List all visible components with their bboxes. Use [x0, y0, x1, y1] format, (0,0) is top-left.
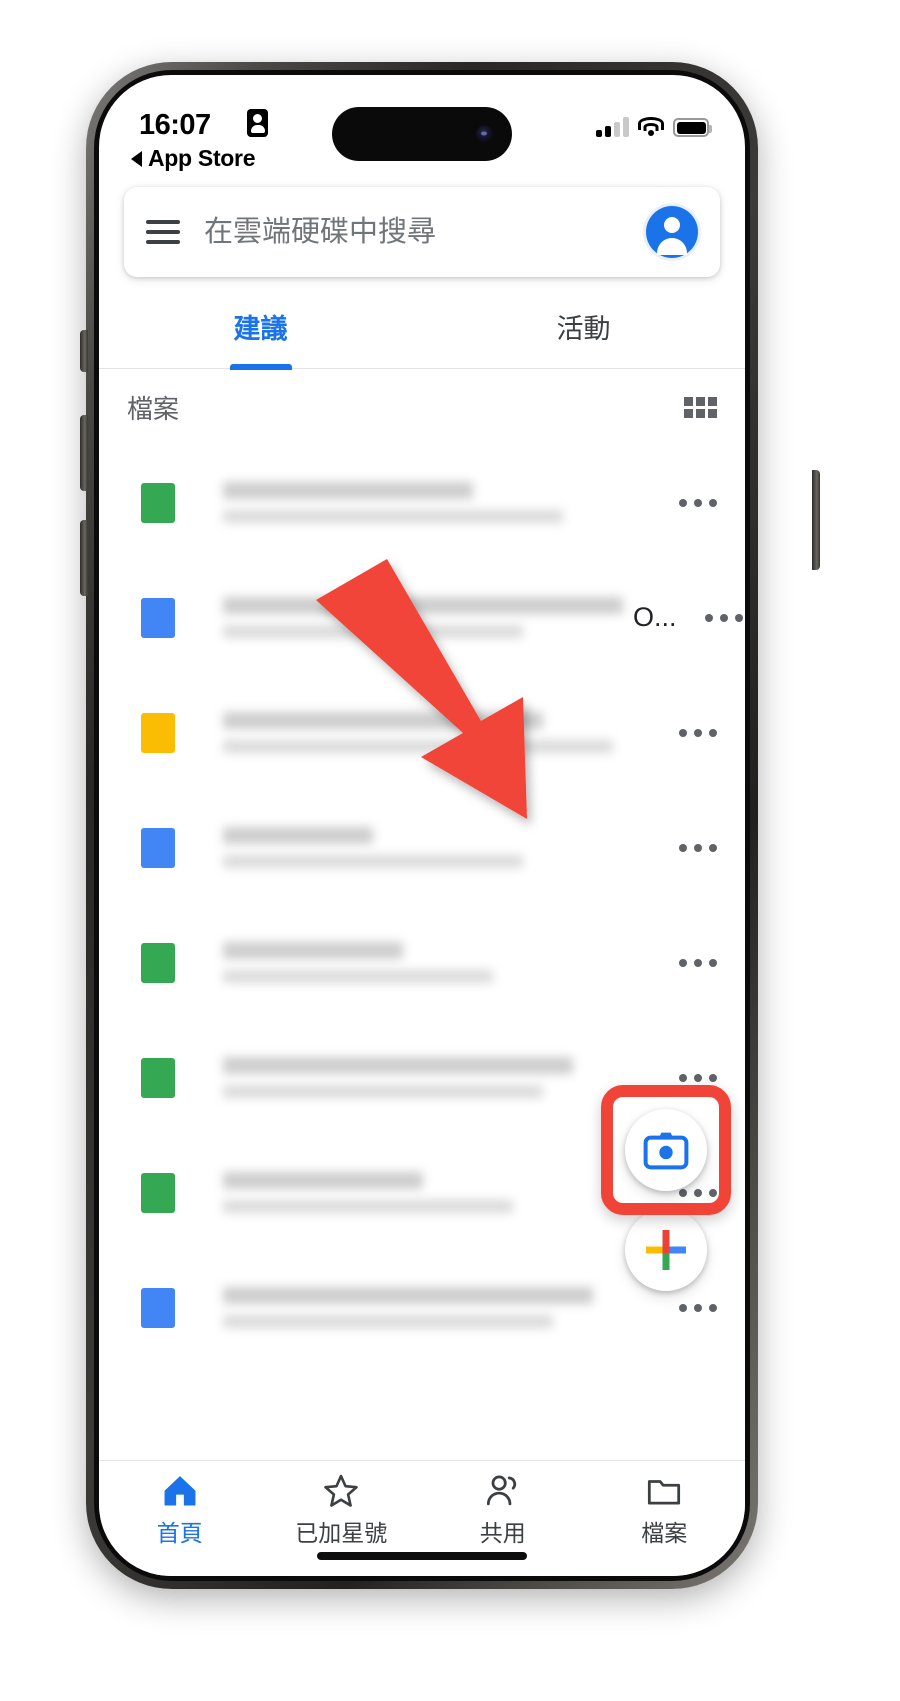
section-header: 檔案	[99, 369, 745, 445]
tab-bar: 建議 活動	[99, 297, 745, 370]
more-options-button[interactable]	[663, 1303, 717, 1312]
home-icon	[164, 1476, 196, 1506]
annotation-highlight-box	[601, 1085, 731, 1215]
file-subtitle-redacted	[223, 625, 523, 638]
status-indicators	[596, 111, 712, 137]
more-options-button[interactable]	[663, 1073, 717, 1082]
nav-item-home[interactable]: 首頁	[99, 1473, 261, 1548]
docs-file-icon	[141, 827, 175, 868]
search-bar[interactable]	[124, 187, 720, 277]
sheets-file-icon	[141, 1057, 175, 1098]
file-row-text	[223, 1057, 651, 1098]
phone-screen: 16:07 App Store 建議 活動 檔案	[99, 75, 745, 1576]
dynamic-island	[332, 107, 512, 161]
file-title-redacted	[223, 482, 473, 499]
nav-item-files-label: 檔案	[641, 1520, 688, 1546]
file-title-redacted	[223, 942, 403, 959]
power-button[interactable]	[812, 470, 820, 570]
silent-switch-button[interactable]	[80, 330, 88, 372]
back-to-app-store-link[interactable]: App Store	[131, 145, 256, 172]
folder-icon	[648, 1480, 681, 1505]
more-options-button[interactable]	[663, 958, 717, 967]
hamburger-menu-icon[interactable]	[146, 220, 180, 244]
status-time: 16:07	[139, 109, 211, 141]
file-title-redacted	[223, 597, 623, 614]
folder-file-icon	[141, 712, 175, 753]
file-row-text	[223, 1287, 651, 1328]
file-row[interactable]	[99, 675, 745, 790]
volume-up-button[interactable]	[80, 415, 88, 491]
file-subtitle-redacted	[223, 510, 563, 523]
file-row-text	[223, 827, 651, 868]
file-row-text	[223, 712, 651, 753]
file-row-text	[223, 1172, 651, 1213]
tab-activity-label: 活動	[556, 314, 611, 344]
new-item-fab-button[interactable]	[625, 1209, 707, 1291]
file-title-redacted	[223, 1172, 423, 1189]
front-camera-icon	[476, 125, 493, 143]
wifi-icon	[638, 117, 664, 137]
nav-item-shared[interactable]: 共用	[422, 1473, 584, 1548]
file-row-text	[223, 942, 651, 983]
battery-full-icon	[673, 118, 712, 137]
volume-down-button[interactable]	[80, 520, 88, 596]
file-title-redacted	[223, 1287, 593, 1304]
file-row[interactable]	[99, 790, 745, 905]
people-icon	[486, 1475, 516, 1506]
star-icon	[324, 1474, 359, 1507]
file-title-redacted	[223, 712, 543, 729]
file-subtitle-redacted	[223, 855, 523, 868]
docs-file-icon	[141, 1287, 175, 1328]
tab-activity[interactable]: 活動	[422, 297, 745, 368]
file-row-text	[223, 482, 651, 523]
grid-view-icon[interactable]	[684, 396, 717, 418]
search-input[interactable]	[204, 215, 646, 249]
more-options-button[interactable]	[663, 843, 717, 852]
back-to-app-store-label: App Store	[148, 145, 256, 171]
tab-suggested[interactable]: 建議	[99, 297, 422, 370]
cellular-signal-icon	[596, 117, 629, 137]
docs-file-icon	[141, 597, 175, 638]
nav-item-starred-label: 已加星號	[295, 1520, 388, 1546]
sheets-file-icon	[141, 482, 175, 523]
more-options-button[interactable]	[689, 613, 743, 622]
home-indicator[interactable]	[317, 1552, 527, 1560]
nav-item-home-label: 首頁	[156, 1520, 203, 1546]
file-title-redacted	[223, 827, 373, 844]
file-subtitle-redacted	[223, 1200, 513, 1213]
file-list[interactable]: O...	[99, 445, 745, 1460]
file-row-text	[223, 597, 623, 638]
nav-item-shared-label: 共用	[479, 1520, 526, 1546]
nav-item-files[interactable]: 檔案	[584, 1473, 746, 1548]
file-title-suffix: O...	[633, 602, 677, 632]
file-subtitle-redacted	[223, 1085, 543, 1098]
sheets-file-icon	[141, 942, 175, 983]
file-subtitle-redacted	[223, 1315, 553, 1328]
tab-suggested-label: 建議	[233, 314, 288, 344]
file-subtitle-redacted	[223, 740, 613, 753]
nav-item-starred[interactable]: 已加星號	[261, 1473, 423, 1548]
account-avatar-icon[interactable]	[646, 206, 698, 258]
back-triangle-icon	[131, 150, 142, 167]
google-plus-new-icon	[646, 1230, 686, 1270]
more-options-button[interactable]	[663, 498, 717, 507]
file-subtitle-redacted	[223, 970, 493, 983]
sheets-file-icon	[141, 1172, 175, 1213]
screen-record-badge-icon	[247, 109, 268, 137]
file-row[interactable]: O...	[99, 560, 745, 675]
file-row[interactable]	[99, 445, 745, 560]
file-title-redacted	[223, 1057, 573, 1074]
section-title: 檔案	[127, 393, 180, 424]
file-row[interactable]	[99, 905, 745, 1020]
more-options-button[interactable]	[663, 728, 717, 737]
